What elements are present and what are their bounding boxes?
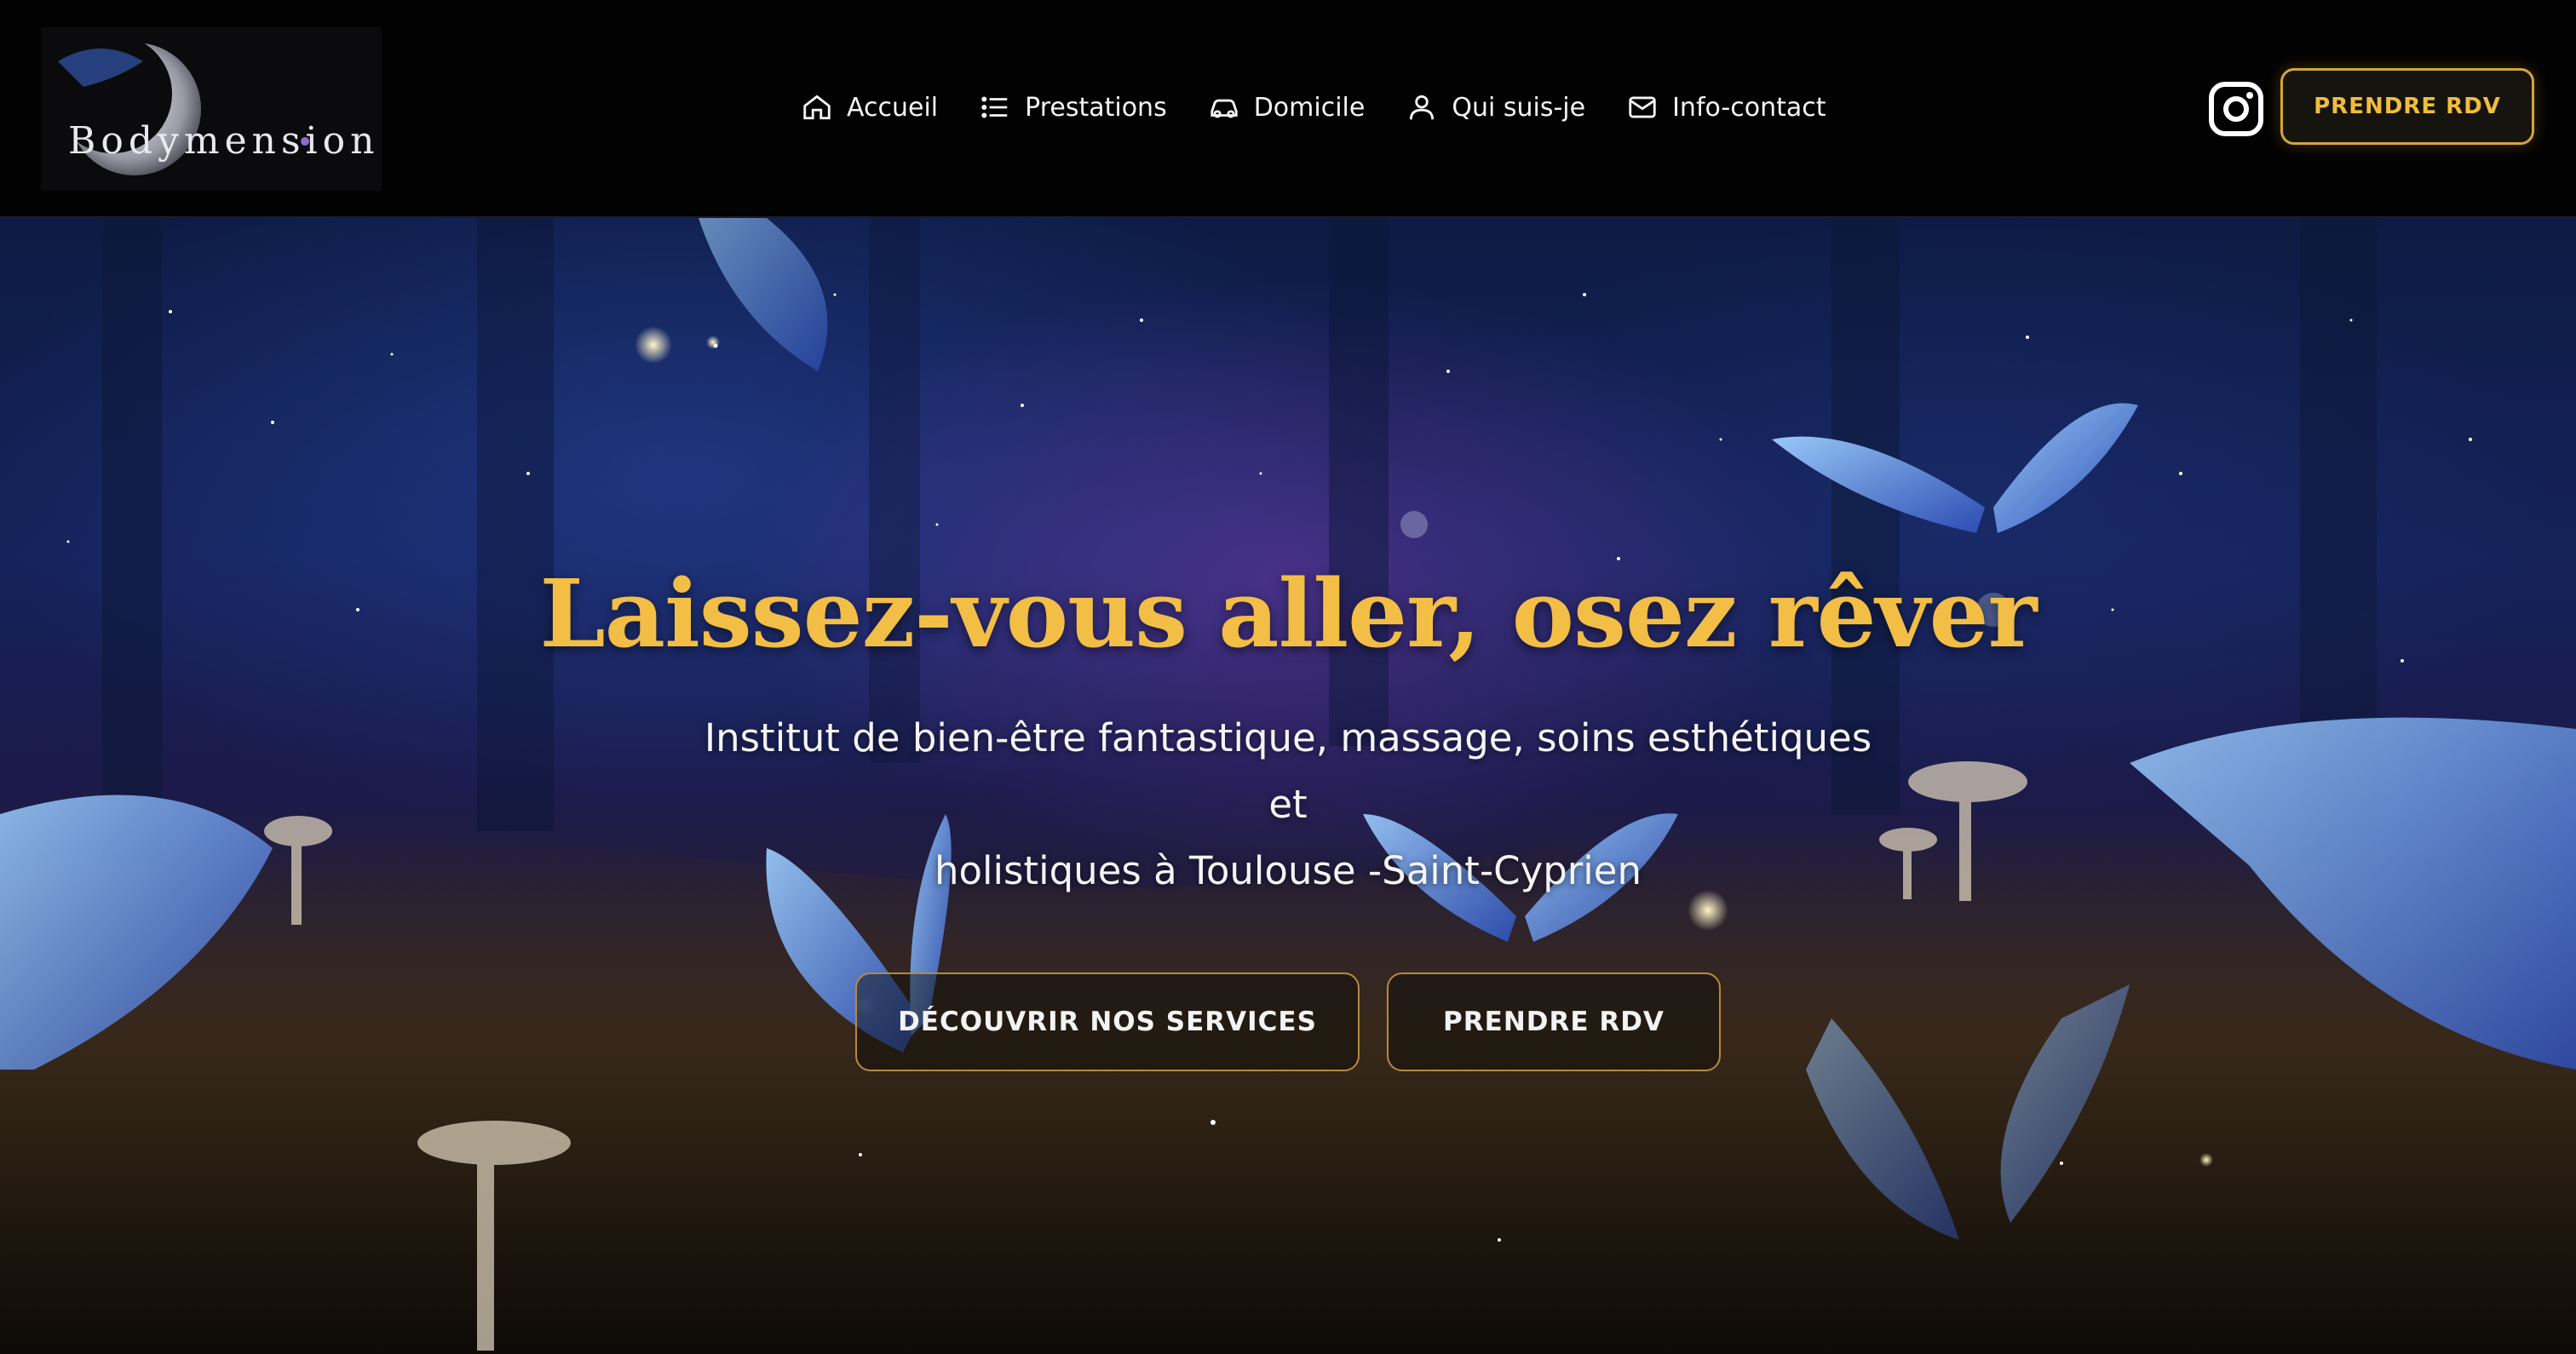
nav-item-domicile[interactable]: Domicile [1208, 91, 1366, 123]
user-icon [1410, 95, 1435, 120]
nav-label-info-contact: Info-contact [1672, 92, 1826, 123]
hero-subtitle-line-1: Institut de bien-être fantastique, massa… [704, 715, 1872, 827]
instagram-link[interactable] [2208, 81, 2264, 137]
nav-label-qui-suis-je: Qui suis-je [1452, 92, 1586, 123]
hero-rdv-button[interactable]: PRENDRE RDV [1387, 972, 1721, 1071]
hero-subtitle-line-2: holistiques à Toulouse -Saint-Cyprien [934, 848, 1642, 893]
nav-label-accueil: Accueil [847, 92, 939, 123]
brand-name: Bodymension [68, 119, 380, 163]
list-icon [981, 96, 1008, 118]
main-nav: Accueil Prestations Domicile Qui suis-je [801, 82, 1826, 133]
moon-logo-icon [53, 34, 309, 175]
header-rdv-button[interactable]: PRENDRE RDV [2280, 68, 2534, 145]
nav-item-accueil[interactable]: Accueil [801, 91, 938, 123]
nav-item-prestations[interactable]: Prestations [979, 91, 1167, 123]
nav-item-qui-suis-je[interactable]: Qui suis-je [1406, 91, 1585, 123]
site-header: Bodymension Accueil Prestations Domicile [0, 0, 2576, 218]
car-icon [1210, 99, 1238, 118]
home-icon [803, 95, 831, 120]
discover-services-button[interactable]: DÉCOUVRIR NOS SERVICES [855, 972, 1360, 1071]
hero-title: Laissez-vous aller, osez rêver [539, 559, 2037, 668]
hero-subtitle: Institut de bien-être fantastique, massa… [692, 705, 1884, 904]
instagram-icon [2209, 82, 2263, 136]
nav-item-info-contact[interactable]: Info-contact [1626, 91, 1826, 123]
mail-icon [1629, 96, 1656, 118]
brand-logo[interactable]: Bodymension [41, 27, 382, 191]
hero-section: Laissez-vous aller, osez rêver Institut … [0, 218, 2576, 1354]
nav-label-prestations: Prestations [1025, 92, 1167, 123]
nav-label-domicile: Domicile [1253, 92, 1366, 123]
